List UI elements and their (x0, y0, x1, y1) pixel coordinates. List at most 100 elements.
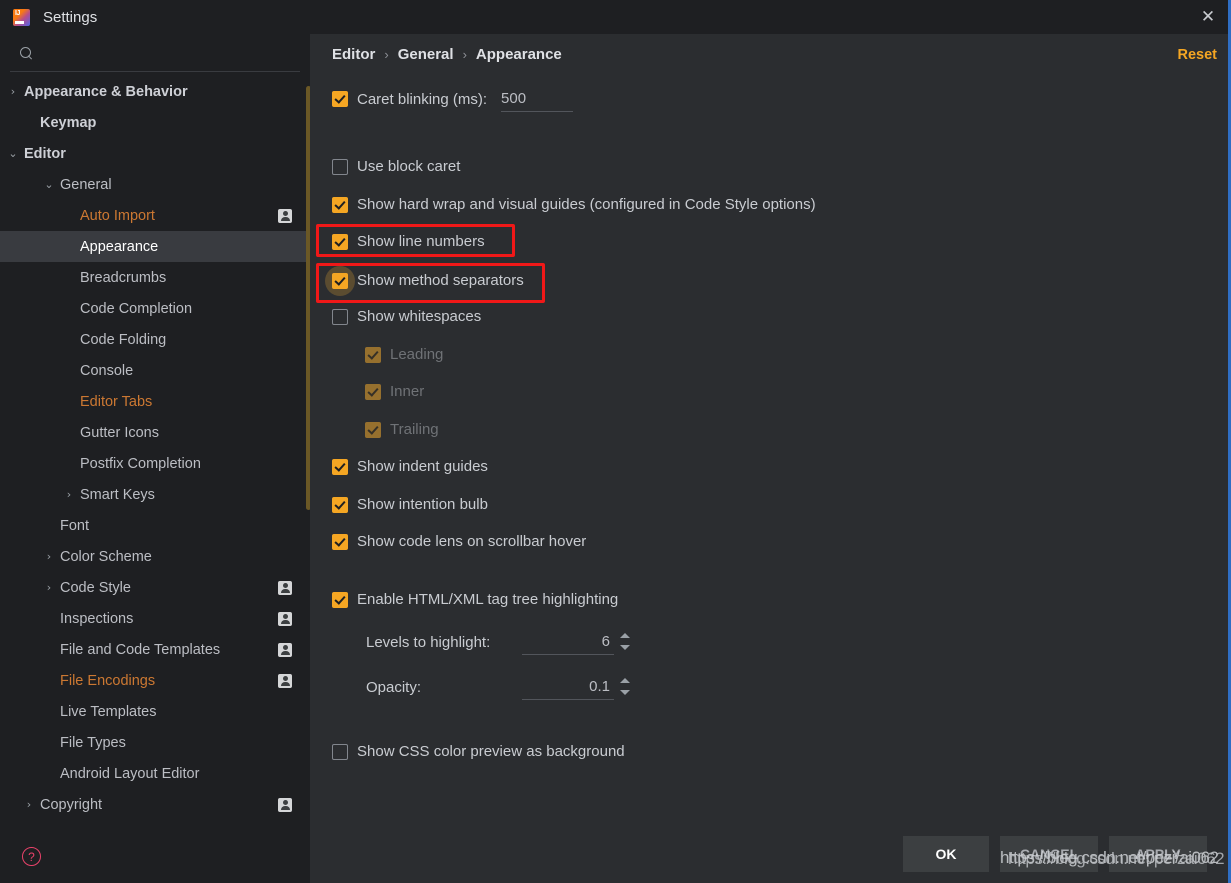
sidebar-item-inspections[interactable]: Inspections (0, 603, 310, 634)
checkbox-show-whitespaces[interactable]: Show whitespaces (332, 308, 481, 325)
chevron-down-icon[interactable] (619, 689, 630, 695)
window-title: Settings (43, 8, 98, 26)
levels-to-highlight-value: 6 (601, 633, 610, 650)
sidebar-item-color-scheme[interactable]: › Color Scheme (0, 541, 310, 572)
sidebar-item-general[interactable]: ⌄ General (0, 169, 310, 200)
user-profile-icon (278, 208, 292, 223)
checkbox-show-code-lens-on-scrollbar-hover[interactable]: Show code lens on scrollbar hover (332, 533, 586, 550)
opacity-stepper[interactable] (618, 674, 631, 698)
checkbox-checked-icon[interactable] (365, 421, 381, 438)
settings-main-panel: Editor › General › Appearance Reset Caret bl… (310, 34, 1228, 883)
checkbox-show-indent-guides[interactable]: Show indent guides (332, 458, 488, 475)
close-icon[interactable]: ✕ (1185, 0, 1228, 34)
chevron-right-icon[interactable]: › (62, 489, 76, 500)
levels-to-highlight-stepper[interactable] (618, 629, 631, 653)
chevron-right-icon[interactable]: › (42, 582, 56, 593)
levels-to-highlight-row: Levels to highlight: 6 (366, 629, 630, 655)
checkbox-checked-icon[interactable] (332, 196, 348, 213)
chevron-down-icon[interactable]: ⌄ (6, 148, 20, 159)
ok-button[interactable]: OK (903, 836, 989, 872)
checkbox-unchecked-icon[interactable] (332, 743, 348, 760)
checkbox-checked-icon[interactable] (332, 272, 348, 289)
checkbox-show-line-numbers[interactable]: Show line numbers (332, 233, 485, 250)
help-circle-icon[interactable]: ? (22, 847, 41, 866)
levels-to-highlight-input[interactable]: 6 (522, 629, 630, 655)
sidebar-item-file-and-code-templates[interactable]: File and Code Templates (0, 634, 310, 665)
checkbox-checked-icon[interactable] (332, 591, 348, 608)
checkbox-show-method-separators[interactable]: Show method separators (325, 265, 524, 296)
sidebar-item-label: Smart Keys (80, 486, 155, 503)
sidebar-item-smart-keys[interactable]: › Smart Keys (0, 479, 310, 510)
chevron-down-icon[interactable]: ⌄ (42, 179, 56, 190)
intellij-idea-icon: IJ (13, 8, 30, 26)
sidebar-item-breadcrumbs[interactable]: Breadcrumbs (0, 262, 310, 293)
checkbox-inner[interactable]: Inner (365, 383, 424, 400)
chevron-right-icon[interactable]: › (6, 86, 20, 97)
checkbox-unchecked-icon[interactable] (332, 158, 348, 175)
sidebar-item-label: Auto Import (80, 207, 155, 224)
checkbox-checked-icon[interactable] (332, 458, 348, 475)
sidebar-item-file-types[interactable]: File Types (0, 727, 310, 758)
sidebar-item-console[interactable]: Console (0, 355, 310, 386)
checkbox-label: Show indent guides (357, 458, 488, 475)
sidebar-item-label: Keymap (40, 114, 97, 131)
chevron-down-icon[interactable] (619, 644, 630, 650)
sidebar-item-label: Console (80, 362, 134, 379)
sidebar-item-postfix-completion[interactable]: Postfix Completion (0, 448, 310, 479)
sidebar-item-code-folding[interactable]: Code Folding (0, 324, 310, 355)
sidebar-item-label: Code Folding (80, 331, 167, 348)
chevron-right-icon[interactable]: › (22, 799, 36, 810)
sidebar-item-font[interactable]: Font (0, 510, 310, 541)
sidebar-item-label: Gutter Icons (80, 424, 159, 441)
checkbox-show-css-color-preview-as-background[interactable]: Show CSS color preview as background (332, 743, 625, 760)
sidebar-item-gutter-icons[interactable]: Gutter Icons (0, 417, 310, 448)
checkbox-checked-icon[interactable] (332, 533, 348, 550)
user-profile-icon (278, 580, 292, 595)
checkbox-label: Leading (390, 346, 444, 363)
checkbox-checked-icon[interactable] (332, 496, 348, 513)
sidebar-item-label: Postfix Completion (80, 455, 201, 472)
sidebar-item-label: Font (60, 517, 90, 534)
checkbox-trailing[interactable]: Trailing (365, 421, 439, 438)
sidebar-item-code-completion[interactable]: Code Completion (0, 293, 310, 324)
sidebar-item-editor[interactable]: ⌄ Editor (0, 138, 310, 169)
sidebar-item-file-encodings[interactable]: File Encodings (0, 665, 310, 696)
sidebar-item-copyright[interactable]: › Copyright (0, 789, 310, 820)
checkbox-show-intention-bulb[interactable]: Show intention bulb (332, 496, 488, 513)
sidebar-item-appearance[interactable]: Appearance (0, 231, 310, 262)
checkbox-checked-icon[interactable] (332, 233, 348, 250)
sidebar-item-auto-import[interactable]: Auto Import (0, 200, 310, 231)
checkbox-checked-icon[interactable] (365, 383, 381, 400)
search-input[interactable] (37, 45, 300, 60)
checkbox-label: Trailing (390, 421, 439, 438)
cancel-button[interactable]: CANCEL (1000, 836, 1098, 872)
sidebar-item-keymap[interactable]: Keymap (0, 107, 310, 138)
checkbox-show-hard-wrap-and-visual-guides-configured-in-code-style-options[interactable]: Show hard wrap and visual guides (config… (332, 196, 816, 213)
checkbox-use-block-caret[interactable]: Use block caret (332, 158, 460, 175)
checkbox-checked-icon[interactable] (365, 346, 381, 363)
chevron-right-icon[interactable]: › (42, 551, 56, 562)
caret-blinking-input[interactable]: 500 (501, 86, 574, 112)
checkbox-caret-blinking[interactable] (332, 91, 348, 107)
user-profile-icon (278, 642, 292, 657)
sidebar-item-label: File Encodings (60, 672, 156, 689)
sidebar-item-appearance-behavior[interactable]: › Appearance & Behavior (0, 76, 310, 107)
checkbox-label: Show code lens on scrollbar hover (357, 533, 587, 550)
sidebar-item-label: File Types (60, 734, 126, 751)
sidebar-item-live-templates[interactable]: Live Templates (0, 696, 310, 727)
checkbox-label: Show hard wrap and visual guides (config… (357, 196, 816, 213)
sidebar-item-label: File and Code Templates (60, 641, 221, 658)
checkbox-enable-html-xml-tag-tree-highlighting[interactable]: Enable HTML/XML tag tree highlighting (332, 591, 618, 608)
user-profile-icon (278, 673, 292, 688)
search-icon[interactable] (15, 46, 37, 59)
sidebar-item-code-style[interactable]: › Code Style (0, 572, 310, 603)
sidebar-item-editor-tabs[interactable]: Editor Tabs (0, 386, 310, 417)
checkbox-leading[interactable]: Leading (365, 346, 443, 363)
chevron-up-icon[interactable] (619, 632, 630, 638)
checkbox-unchecked-icon[interactable] (332, 308, 348, 325)
sidebar-item-android-layout-editor[interactable]: Android Layout Editor (0, 758, 310, 789)
opacity-input[interactable]: 0.1 (522, 674, 630, 700)
chevron-up-icon[interactable] (619, 677, 630, 683)
sidebar-item-label: General (60, 176, 112, 193)
apply-button[interactable]: APPLY (1109, 836, 1207, 872)
